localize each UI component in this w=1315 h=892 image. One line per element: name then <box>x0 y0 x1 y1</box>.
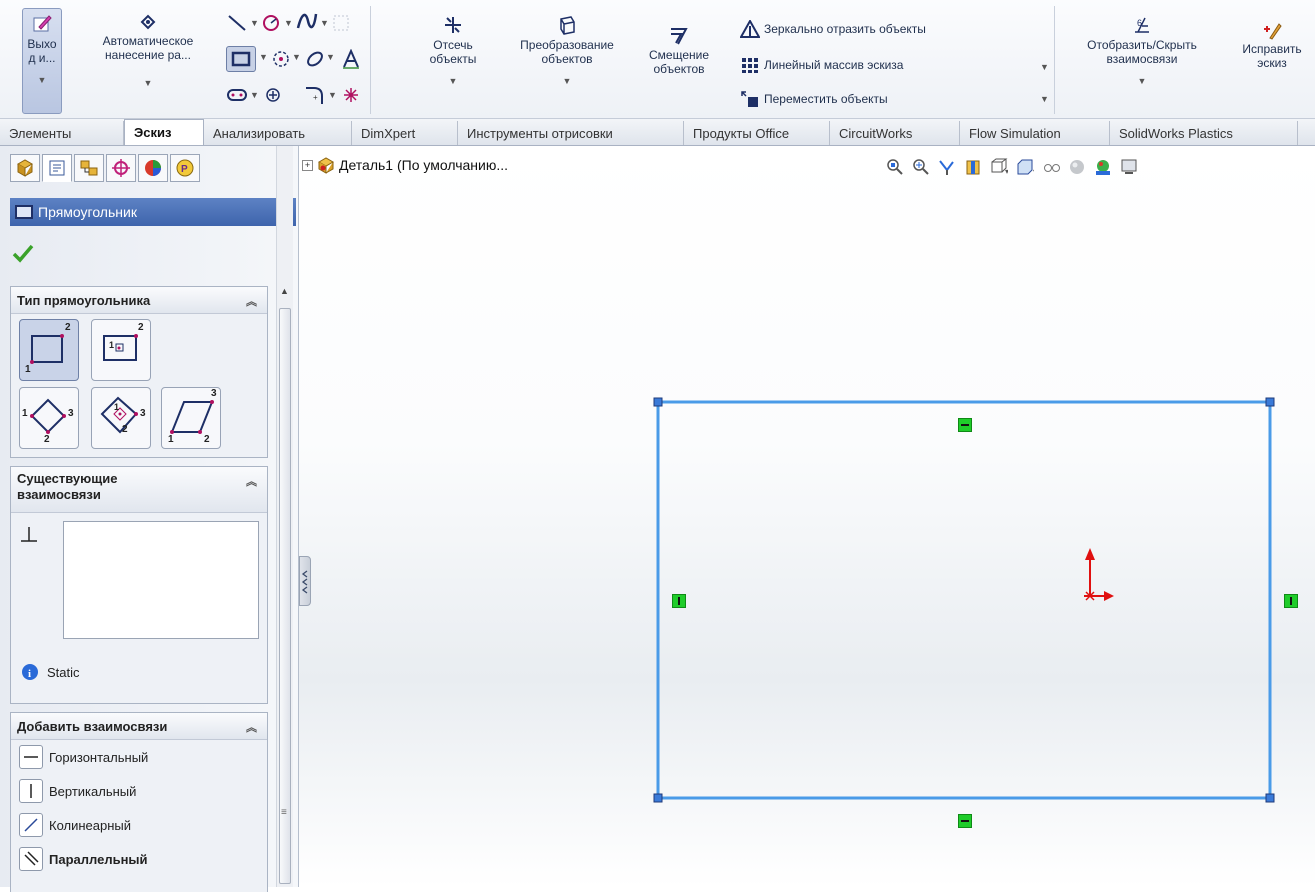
sketch-endpoint[interactable] <box>653 397 663 407</box>
sketch-canvas <box>653 397 1275 803</box>
origin-icon <box>1084 548 1114 601</box>
sketch-rectangle[interactable] <box>656 400 1272 800</box>
sketch-endpoint[interactable] <box>1265 397 1275 407</box>
vertical-relation-icon[interactable] <box>1284 594 1298 608</box>
vertical-relation-icon[interactable] <box>672 594 686 608</box>
horizontal-relation-icon[interactable] <box>958 418 972 432</box>
sketch-endpoint[interactable] <box>653 793 663 803</box>
horizontal-relation-icon[interactable] <box>958 814 972 828</box>
sketch-endpoint[interactable] <box>1265 793 1275 803</box>
